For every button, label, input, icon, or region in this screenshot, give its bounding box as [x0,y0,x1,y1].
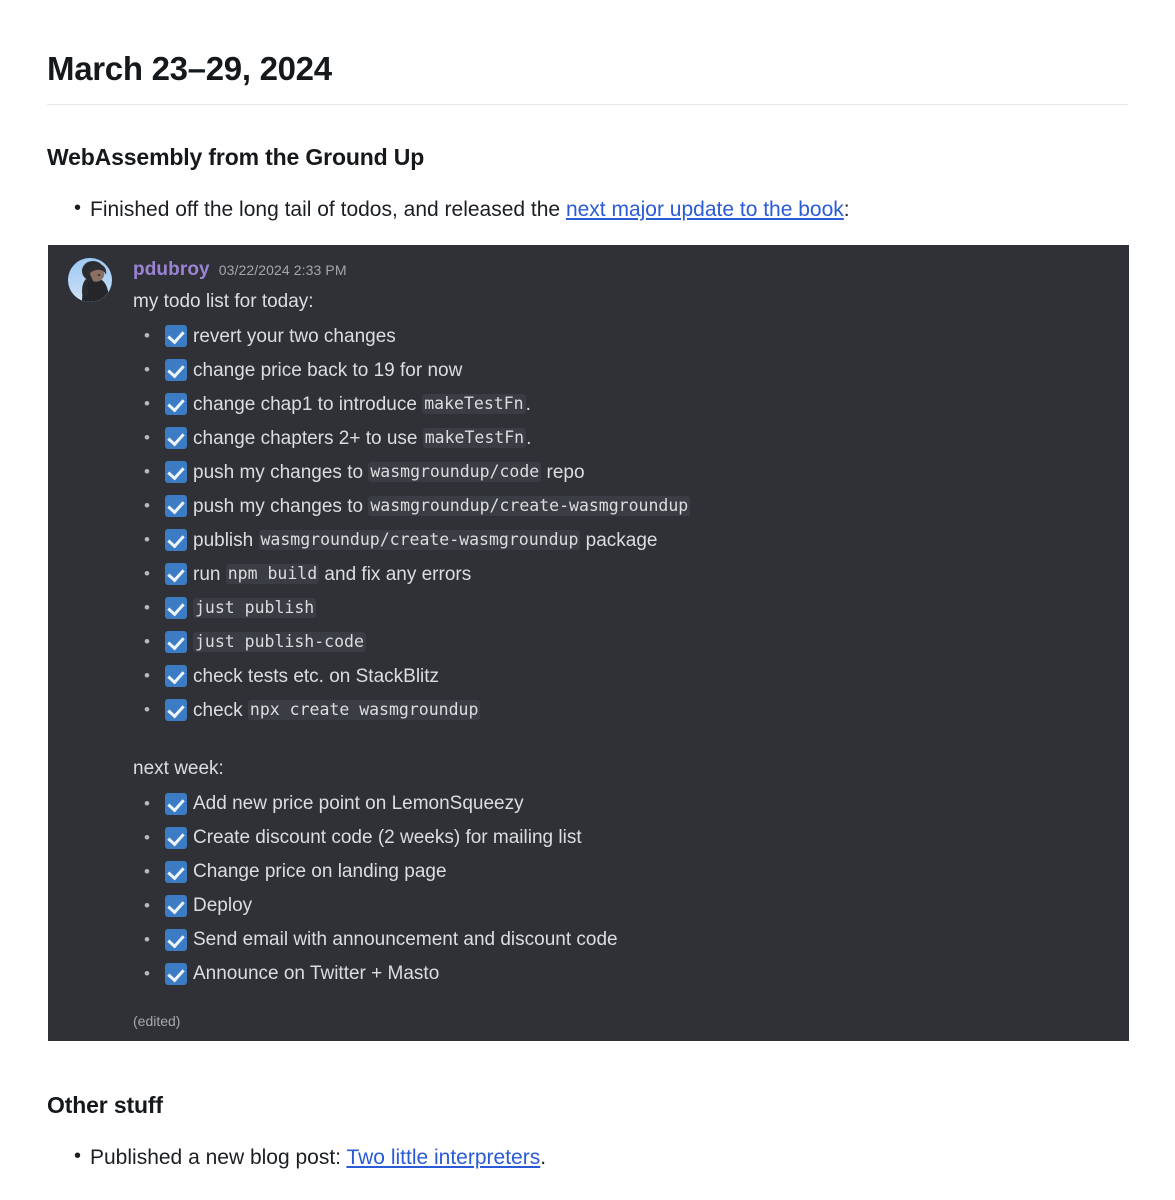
todo-item: push my changes to wasmgroundup/code rep… [133,455,1109,489]
todo-item: change chap1 to introduce makeTestFn. [133,387,1109,421]
white-check-mark-icon [165,461,187,484]
todo-item-text: change chapters 2+ to use [193,427,423,449]
todo-item: Deploy [133,889,1109,923]
section-bullet-list-webassembly: Finished off the long tail of todos, and… [47,194,1128,225]
white-check-mark-icon [165,325,187,348]
white-check-mark-icon [165,792,187,815]
discord-message-body: my todo list for today: revert your two … [48,288,1129,991]
white-check-mark-icon [165,699,187,722]
section-heading-other-stuff: Other stuff [47,1091,163,1118]
white-check-mark-icon [165,597,187,620]
todo-item: Create discount code (2 weeks) for maili… [133,821,1109,855]
section-bullet-list-other: Published a new blog post: Two little in… [47,1142,1128,1173]
todo-item-text: change price back to 19 for now [193,359,463,381]
discord-message-header: pdubroy 03/22/2024 2:33 PM [48,257,1129,302]
todo-item-text: Deploy [193,895,253,917]
white-check-mark-icon [165,427,187,450]
white-check-mark-icon [165,529,187,552]
list-item: Finished off the long tail of todos, and… [47,194,1128,225]
todo-list-today: revert your two changes change price back… [133,319,1109,727]
todo-item: check tests etc. on StackBlitz [133,659,1109,693]
todo-item-text: Announce on Twitter + Masto [193,963,440,985]
white-check-mark-icon [165,631,187,654]
bullet-text-suffix: : [843,198,850,222]
white-check-mark-icon [165,393,187,416]
todo-item: revert your two changes [133,319,1109,353]
todo-item: check npx create wasmgroundup [133,693,1109,727]
todo-item: change chapters 2+ to use makeTestFn. [133,421,1109,455]
inline-code: makeTestFn [422,393,526,415]
todo-item-text: Change price on landing page [193,861,447,883]
todo-item-text: push my changes to [193,461,369,483]
edited-label: (edited) [133,1012,181,1029]
white-check-mark-icon [165,563,187,586]
page-title: March 23–29, 2024 [47,50,332,87]
todo-item: change price back to 19 for now [133,353,1109,387]
white-check-mark-icon [165,962,187,985]
todo-item: Add new price point on LemonSqueezy [133,787,1109,821]
white-check-mark-icon [165,495,187,518]
todo-item: just publish [133,591,1109,625]
white-check-mark-icon [165,665,187,688]
bullet-text-prefix: Published a new blog post: [90,1145,347,1169]
bullet-text-prefix: Finished off the long tail of todos, and… [90,198,566,222]
weeknotes-page: March 23–29, 2024 WebAssembly from the G… [0,0,1175,1200]
todo-item: push my changes to wasmgroundup/create-w… [133,489,1109,523]
discord-timestamp: 03/22/2024 2:33 PM [218,261,347,278]
discord-message-embed: pdubroy 03/22/2024 2:33 PM my todo list f… [48,244,1129,1041]
inline-code: wasmgroundup/create-wasmgroundup [258,529,581,551]
todo-item-text: Create discount code (2 weeks) for maili… [193,827,582,849]
todo-item: Send email with announcement and discoun… [133,923,1109,957]
todo-item-text: Send email with announcement and discoun… [193,929,618,951]
section-heading-webassembly: WebAssembly from the Ground Up [47,144,425,171]
inline-code: just publish-code [193,631,366,653]
todo-item-text: . [525,393,531,415]
todo-item-text: run [193,563,226,585]
todo-item-text: push my changes to [193,495,369,517]
todo-item-text: publish [193,529,259,551]
list-item: Published a new blog post: Two little in… [47,1142,1128,1173]
todo-item-text: check tests etc. on StackBlitz [193,665,440,687]
inline-code: just publish [193,597,317,619]
white-check-mark-icon [165,928,187,951]
white-check-mark-icon [165,860,187,883]
todo-item: Announce on Twitter + Masto [133,957,1109,991]
white-check-mark-icon [165,894,187,917]
avatar [68,257,112,302]
todo-item: just publish-code [133,625,1109,659]
white-check-mark-icon [165,826,187,849]
inline-code: wasmgroundup/code [368,461,542,483]
todo-item-text: change chap1 to introduce [193,393,423,415]
link-book-update[interactable]: next major update to the book [566,198,844,221]
inline-code: wasmgroundup/create-wasmgroundup [368,495,691,517]
todo-item-text: and fix any errors [319,563,472,585]
todo-list-next-week: Add new price point on LemonSqueezy Creat… [133,787,1109,991]
todo-item-text: check [193,699,248,721]
bullet-text-suffix: . [540,1145,547,1169]
todo-item-text: revert your two changes [193,325,396,347]
next-week-label: next week: [133,758,224,780]
white-check-mark-icon [165,359,187,382]
discord-intro-line: my todo list for today: [133,290,314,312]
todo-item: Change price on landing page [133,855,1109,889]
inline-code: makeTestFn [422,427,527,449]
link-two-little-interpreters[interactable]: Two little interpreters [346,1146,540,1169]
todo-item: run npm build and fix any errors [133,557,1109,591]
todo-item-text: package [580,529,658,551]
todo-item-text: repo [541,461,585,483]
inline-code: npx create wasmgroundup [247,699,481,721]
discord-username[interactable]: pdubroy [133,259,210,280]
todo-item-text: Add new price point on LemonSqueezy [193,793,524,815]
inline-code: npm build [225,563,320,585]
todo-item-text: . [526,427,532,449]
todo-item: publish wasmgroundup/create-wasmgroundup… [133,523,1109,557]
